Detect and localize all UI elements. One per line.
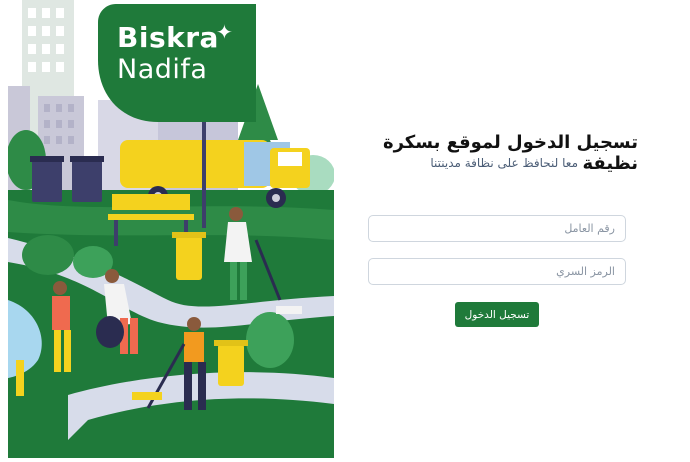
login-button[interactable]: تسجيل الدخول <box>455 302 539 327</box>
login-subtitle: معا لنحافظ على نظافة مدينتنا <box>430 156 578 170</box>
worker-id-input[interactable] <box>368 215 626 242</box>
logo-line-2: Nadifa <box>117 54 208 85</box>
hero-illustration: Biskra Nadifa ✦ <box>8 0 334 458</box>
password-input[interactable] <box>368 258 626 285</box>
sparkle-icon: ✦ <box>216 20 233 44</box>
logo-line-1: Biskra <box>117 21 219 54</box>
logo-text: Biskra Nadifa <box>117 22 219 86</box>
